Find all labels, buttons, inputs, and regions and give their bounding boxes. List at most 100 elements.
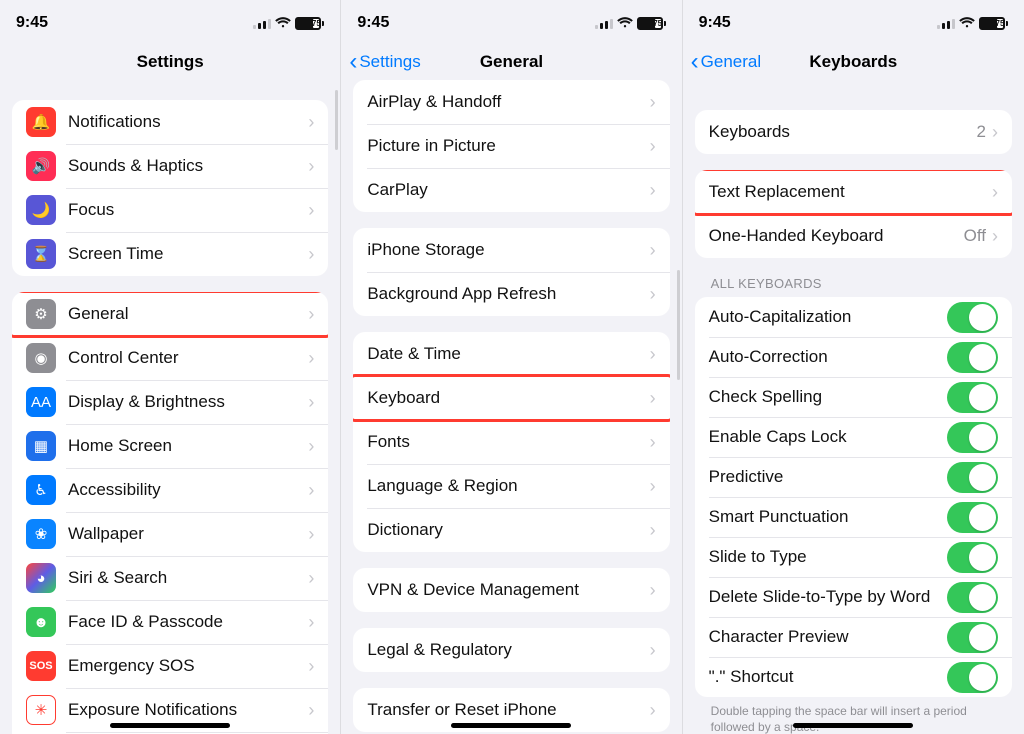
home-indicator[interactable] [451, 723, 571, 728]
row-one-handed-keyboard[interactable]: One-Handed Keyboard Off › [695, 214, 1012, 258]
home-indicator[interactable] [110, 723, 230, 728]
row-label: Control Center [68, 348, 308, 368]
row-icon: ❀ [26, 519, 56, 549]
status-time: 9:45 [699, 14, 731, 32]
page-title: Settings [137, 52, 204, 72]
general-row-dictionary[interactable]: Dictionary › [353, 508, 669, 552]
settings-row-face-id-passcode[interactable]: ☻ Face ID & Passcode › [12, 600, 328, 644]
status-bar: 9:45 75 [683, 0, 1024, 40]
row-label: Background App Refresh [367, 284, 649, 304]
general-row-keyboard[interactable]: Keyboard › [353, 376, 669, 420]
general-content: AirPlay & Handoff › Picture in Picture ›… [341, 80, 681, 734]
row-icon: 🌙 [26, 195, 56, 225]
toggle-switch[interactable] [947, 342, 998, 373]
chevron-right-icon: › [650, 520, 656, 541]
chevron-right-icon: › [308, 436, 314, 457]
settings-row-control-center[interactable]: ◉ Control Center › [12, 336, 328, 380]
row-icon: ▦ [26, 431, 56, 461]
general-group: iPhone Storage › Background App Refresh … [353, 228, 669, 316]
settings-row-emergency-sos[interactable]: SOS Emergency SOS › [12, 644, 328, 688]
chevron-right-icon: › [650, 476, 656, 497]
general-row-vpn-device-management[interactable]: VPN & Device Management › [353, 568, 669, 612]
wifi-icon [617, 17, 633, 29]
settings-row-general[interactable]: ⚙︎ General › [12, 292, 328, 336]
settings-group: ⚙︎ General › ◉ Control Center › AA Displ… [12, 292, 328, 734]
settings-row-sounds-haptics[interactable]: 🔊 Sounds & Haptics › [12, 144, 328, 188]
general-row-date-time[interactable]: Date & Time › [353, 332, 669, 376]
row-text-replacement[interactable]: Text Replacement › [695, 170, 1012, 214]
row-icon: AA [26, 387, 56, 417]
general-row-airplay-handoff[interactable]: AirPlay & Handoff › [353, 80, 669, 124]
navbar: ‹General Keyboards [683, 40, 1024, 84]
row-label: Face ID & Passcode [68, 612, 308, 632]
toggle-row-auto-capitalization: Auto-Capitalization [695, 297, 1012, 337]
row-label: Sounds & Haptics [68, 156, 308, 176]
toggle-switch[interactable] [947, 422, 998, 453]
chevron-right-icon: › [650, 284, 656, 305]
toggle-switch[interactable] [947, 582, 998, 613]
general-row-iphone-storage[interactable]: iPhone Storage › [353, 228, 669, 272]
row-label: Siri & Search [68, 568, 308, 588]
toggle-row-delete-slide-to-type-by-word: Delete Slide-to-Type by Word [695, 577, 1012, 617]
keyboards-row[interactable]: Keyboards 2 › [695, 110, 1012, 154]
toggle-switch[interactable] [947, 502, 998, 533]
general-row-carplay[interactable]: CarPlay › [353, 168, 669, 212]
keyboards-content: Keyboards 2 › Text Replacement › One-Han… [683, 84, 1024, 734]
general-group: VPN & Device Management › [353, 568, 669, 612]
settings-row-notifications[interactable]: 🔔 Notifications › [12, 100, 328, 144]
chevron-left-icon: ‹ [691, 50, 699, 74]
scrollbar[interactable] [677, 270, 680, 380]
row-label: iPhone Storage [367, 240, 649, 260]
toggle-row-slide-to-type: Slide to Type [695, 537, 1012, 577]
toggle-switch[interactable] [947, 662, 998, 693]
row-label: Delete Slide-to-Type by Word [709, 587, 947, 607]
row-icon: ◉ [26, 343, 56, 373]
general-row-legal-regulatory[interactable]: Legal & Regulatory › [353, 628, 669, 672]
status-bar: 9:45 75 [0, 0, 340, 40]
general-group: AirPlay & Handoff › Picture in Picture ›… [353, 80, 669, 212]
settings-row-home-screen[interactable]: ▦ Home Screen › [12, 424, 328, 468]
general-group: Date & Time › Keyboard › Fonts › Languag… [353, 332, 669, 552]
row-label: Auto-Correction [709, 347, 947, 367]
general-row-language-region[interactable]: Language & Region › [353, 464, 669, 508]
settings-row-focus[interactable]: 🌙 Focus › [12, 188, 328, 232]
settings-row-display-brightness[interactable]: AA Display & Brightness › [12, 380, 328, 424]
chevron-right-icon: › [650, 180, 656, 201]
settings-row-siri-search[interactable]: ◕ Siri & Search › [12, 556, 328, 600]
toggle-switch[interactable] [947, 622, 998, 653]
row-label: Keyboards [709, 122, 977, 142]
page-title: General [480, 52, 543, 72]
toggle-switch[interactable] [947, 462, 998, 493]
row-label: Language & Region [367, 476, 649, 496]
home-indicator[interactable] [793, 723, 913, 728]
status-time: 9:45 [16, 14, 48, 32]
chevron-right-icon: › [308, 244, 314, 265]
settings-row-wallpaper[interactable]: ❀ Wallpaper › [12, 512, 328, 556]
general-row-picture-in-picture[interactable]: Picture in Picture › [353, 124, 669, 168]
all-keyboards-group: Auto-Capitalization Auto-Correction Chec… [695, 297, 1012, 697]
back-button[interactable]: ‹Settings [349, 40, 420, 84]
row-label: Screen Time [68, 244, 308, 264]
row-label: Text Replacement [709, 182, 992, 202]
general-row-fonts[interactable]: Fonts › [353, 420, 669, 464]
chevron-right-icon: › [308, 392, 314, 413]
toggle-switch[interactable] [947, 302, 998, 333]
row-label: One-Handed Keyboard [709, 226, 964, 246]
toggle-row-character-preview: Character Preview [695, 617, 1012, 657]
row-label: Wallpaper [68, 524, 308, 544]
general-pane: 9:45 75 ‹Settings General AirPlay & Hand… [341, 0, 682, 734]
battery-icon: 75 [979, 17, 1008, 30]
row-label: Accessibility [68, 480, 308, 500]
toggle-switch[interactable] [947, 542, 998, 573]
settings-row-screen-time[interactable]: ⌛ Screen Time › [12, 232, 328, 276]
cellular-icon [595, 17, 613, 29]
settings-pane: 9:45 75 Settings 🔔 Notifications › 🔊 Sou… [0, 0, 341, 734]
scrollbar[interactable] [335, 90, 338, 150]
settings-row-accessibility[interactable]: ♿︎ Accessibility › [12, 468, 328, 512]
general-row-background-app-refresh[interactable]: Background App Refresh › [353, 272, 669, 316]
toggle-switch[interactable] [947, 382, 998, 413]
row-label: Slide to Type [709, 547, 947, 567]
row-label: Focus [68, 200, 308, 220]
row-label: Legal & Regulatory [367, 640, 649, 660]
back-button[interactable]: ‹General [691, 40, 761, 84]
